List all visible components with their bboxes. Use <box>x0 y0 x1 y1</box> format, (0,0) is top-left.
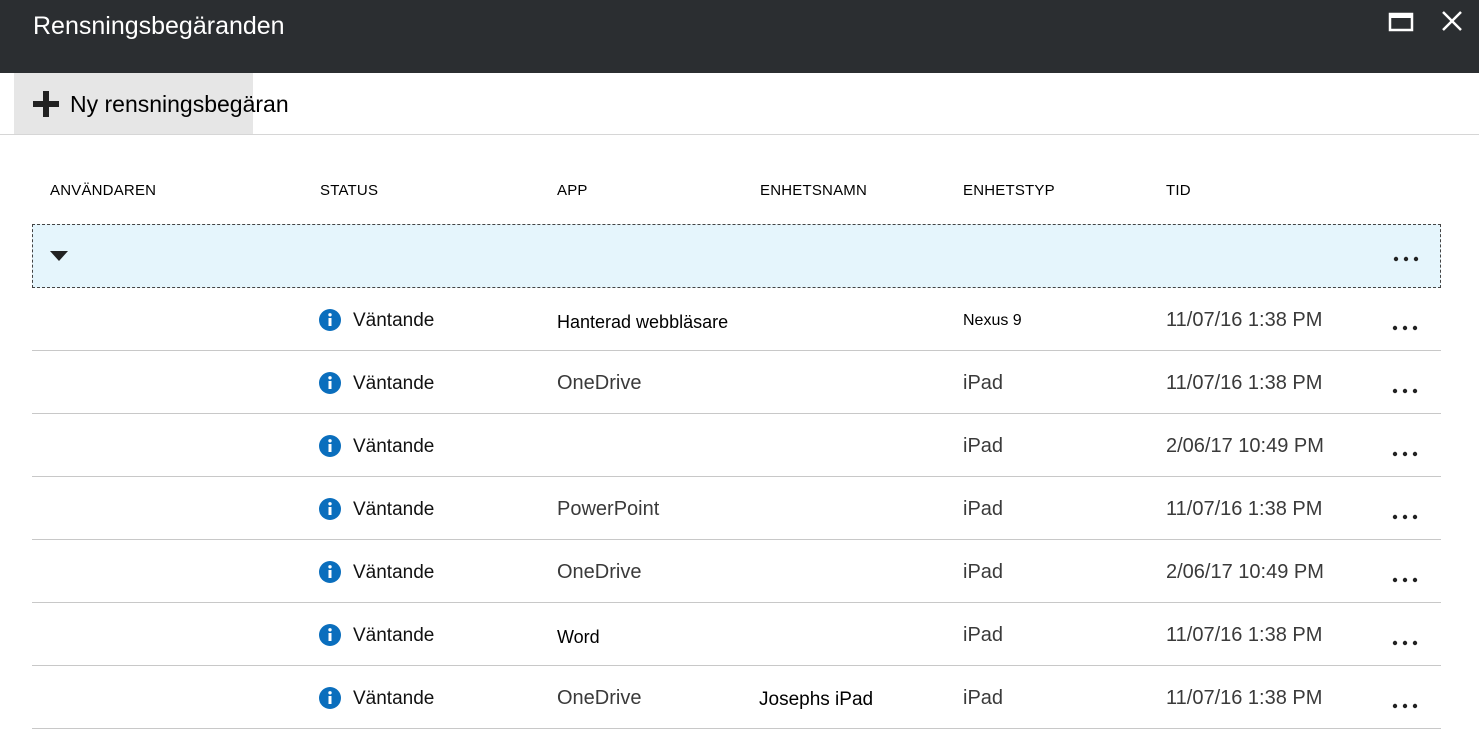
status-text: Väntande <box>353 373 435 394</box>
status-text: Väntande <box>353 562 435 583</box>
info-icon <box>319 372 341 394</box>
info-icon <box>319 624 341 646</box>
info-icon <box>319 498 341 520</box>
table-row[interactable]: Väntande OneDrive iPad 11/07/16 1:38 PM <box>32 351 1441 414</box>
caret-down-icon[interactable] <box>50 250 68 262</box>
info-icon <box>319 435 341 457</box>
request-time: 2/06/17 10:49 PM <box>1166 561 1324 583</box>
table-row[interactable]: Väntande PowerPoint iPad 11/07/16 1:38 P… <box>32 477 1441 540</box>
status-text: Väntande <box>353 436 435 457</box>
table-row[interactable]: Väntande Hanterad webbläsare Nexus 9 11/… <box>32 288 1441 351</box>
column-header-app[interactable]: APP <box>557 182 588 200</box>
device-type: iPad <box>963 372 1004 394</box>
more-icon[interactable] <box>1392 324 1420 332</box>
status-text: Väntande <box>353 688 435 709</box>
device-type: iPad <box>963 624 1004 646</box>
group-row[interactable] <box>32 224 1441 288</box>
column-header-time[interactable]: TID <box>1166 182 1191 200</box>
page-title: Rensningsbegäranden <box>33 12 285 40</box>
command-bar: Ny rensningsbegäran <box>0 73 1479 135</box>
more-icon[interactable] <box>1392 576 1420 584</box>
status-text: Väntande <box>353 625 435 646</box>
title-bar: Rensningsbegäranden <box>0 0 1479 73</box>
column-header-device-name[interactable]: ENHETSNAMN <box>760 182 867 200</box>
new-wipe-request-label: Ny rensningsbegäran <box>70 91 289 117</box>
request-time: 2/06/17 10:49 PM <box>1166 435 1324 457</box>
app-name: PowerPoint <box>557 498 660 520</box>
request-time: 11/07/16 1:38 PM <box>1166 372 1323 394</box>
request-time: 11/07/16 1:38 PM <box>1166 687 1323 709</box>
device-type: iPad <box>963 498 1004 520</box>
request-time: 11/07/16 1:38 PM <box>1166 624 1323 646</box>
status-text: Väntande <box>353 499 435 520</box>
table-row[interactable]: Väntande OneDrive Josephs iPad iPad 11/0… <box>32 666 1441 729</box>
request-time: 11/07/16 1:38 PM <box>1166 498 1323 520</box>
more-icon[interactable] <box>1392 450 1420 458</box>
device-type: Nexus 9 <box>963 312 1022 329</box>
device-name: Josephs iPad <box>759 689 874 710</box>
plus-icon <box>33 91 59 117</box>
request-time: 11/07/16 1:38 PM <box>1166 309 1323 331</box>
device-type: iPad <box>963 561 1004 583</box>
info-icon <box>319 309 341 331</box>
info-icon <box>319 687 341 709</box>
new-wipe-request-button[interactable]: Ny rensningsbegäran <box>14 73 289 134</box>
more-icon[interactable] <box>1392 513 1420 521</box>
more-icon[interactable] <box>1392 639 1420 647</box>
close-icon <box>1442 11 1462 31</box>
maximize-button[interactable] <box>1385 8 1417 40</box>
app-name: OneDrive <box>557 561 642 583</box>
status-text: Väntande <box>353 310 435 331</box>
info-icon <box>319 561 341 583</box>
table-row[interactable]: Väntande Word iPad 11/07/16 1:38 PM <box>32 603 1441 666</box>
app-name: Word <box>557 627 600 647</box>
maximize-icon <box>1388 12 1414 32</box>
table-row[interactable]: Väntande OneDrive iPad 2/06/17 10:49 PM <box>32 540 1441 603</box>
app-name: OneDrive <box>557 372 642 394</box>
close-button[interactable] <box>1436 8 1468 40</box>
device-type: iPad <box>963 435 1004 457</box>
column-header-user[interactable]: ANVÄNDAREN <box>50 182 156 200</box>
more-icon[interactable] <box>1392 702 1420 710</box>
app-name: OneDrive <box>557 687 642 709</box>
table-row[interactable]: Väntande iPad 2/06/17 10:49 PM <box>32 414 1441 477</box>
more-icon[interactable] <box>1393 255 1421 263</box>
more-icon[interactable] <box>1392 387 1420 395</box>
device-type: iPad <box>963 687 1004 709</box>
column-header-status[interactable]: STATUS <box>320 182 378 200</box>
app-name: Hanterad webbläsare <box>557 312 729 332</box>
column-header-device-type[interactable]: ENHETSTYP <box>963 182 1055 200</box>
